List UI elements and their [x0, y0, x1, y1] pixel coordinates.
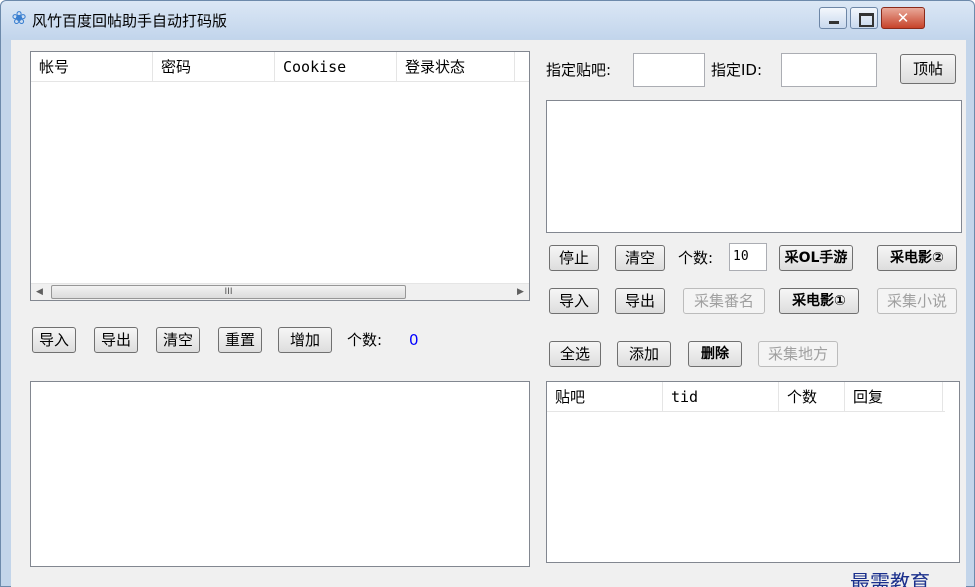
column-login-status[interactable]: 登录状态 [397, 52, 515, 82]
close-button[interactable]: ✕ [881, 7, 925, 29]
maximize-button[interactable] [850, 7, 878, 29]
stop-button[interactable]: 停止 [549, 245, 599, 271]
target-bar-label: 指定贴吧: [546, 61, 612, 79]
collect-import-button[interactable]: 导入 [549, 288, 599, 314]
scroll-right-icon[interactable]: ▶ [512, 284, 529, 300]
paw-icon: ❀ [11, 8, 27, 29]
collect-count-input[interactable]: 10 [729, 243, 767, 271]
top-post-button[interactable]: 顶帖 [900, 54, 956, 84]
collect-places-button[interactable]: 采集地方 [758, 341, 838, 367]
account-list[interactable]: 帐号 密码 Cookise 登录状态 ◀ III ▶ [30, 51, 530, 301]
target-bar-input[interactable] [633, 53, 705, 87]
minimize-button[interactable] [819, 7, 847, 29]
maximize-icon [851, 8, 877, 28]
column-count[interactable]: 个数 [779, 382, 845, 412]
collect-count-label: 个数: [678, 249, 714, 267]
column-account[interactable]: 帐号 [31, 52, 153, 82]
close-icon: ✕ [896, 9, 910, 27]
client-area: 帐号 密码 Cookise 登录状态 ◀ III ▶ 导入 导出 清空 重置 增… [11, 40, 966, 587]
watermark-text: 最需教育 [850, 570, 930, 587]
scroll-left-icon[interactable]: ◀ [31, 284, 48, 300]
collect-movie-2-button[interactable]: 采电影② [877, 245, 957, 271]
scroll-grip: III [224, 287, 233, 297]
window-title: 风竹百度回帖助手自动打码版 [32, 12, 228, 30]
collect-delete-button[interactable]: 删除 [688, 341, 742, 367]
account-count-label: 个数: [347, 331, 383, 349]
collect-export-button[interactable]: 导出 [615, 288, 665, 314]
collect-clear-button[interactable]: 清空 [615, 245, 665, 271]
column-tid[interactable]: tid [663, 382, 779, 412]
column-cookie[interactable]: Cookise [275, 52, 397, 82]
account-clear-button[interactable]: 清空 [156, 327, 200, 353]
collect-textarea[interactable] [546, 100, 962, 233]
collect-movie-1-button[interactable]: 采电影① [779, 288, 859, 314]
minimize-icon [820, 8, 846, 28]
column-tieba[interactable]: 贴吧 [547, 382, 663, 412]
account-count-value: 0 [409, 331, 419, 349]
column-password[interactable]: 密码 [153, 52, 275, 82]
select-all-button[interactable]: 全选 [549, 341, 601, 367]
collect-ol-games-button[interactable]: 采OL手游 [779, 245, 853, 271]
log-textarea[interactable] [30, 381, 530, 567]
column-reply[interactable]: 回复 [845, 382, 943, 412]
target-id-label: 指定ID: [711, 61, 763, 79]
account-list-header: 帐号 密码 Cookise 登录状态 [31, 52, 529, 82]
account-add-button[interactable]: 增加 [278, 327, 332, 353]
collect-add-button[interactable]: 添加 [617, 341, 671, 367]
collect-drama-names-button[interactable]: 采集番名 [683, 288, 765, 314]
account-list-hscrollbar[interactable]: ◀ III ▶ [31, 283, 529, 300]
title-bar[interactable]: ❀ 风竹百度回帖助手自动打码版 ✕ [1, 1, 974, 39]
post-list-header: 贴吧 tid 个数 回复 [547, 382, 945, 412]
target-id-input[interactable] [781, 53, 877, 87]
scroll-thumb[interactable]: III [51, 285, 406, 299]
app-window: ❀ 风竹百度回帖助手自动打码版 ✕ 帐号 密码 Cookise 登录状态 ◀ I… [0, 0, 975, 587]
collect-novel-button[interactable]: 采集小说 [877, 288, 957, 314]
account-import-button[interactable]: 导入 [32, 327, 76, 353]
post-list[interactable]: 贴吧 tid 个数 回复 [546, 381, 960, 563]
account-reset-button[interactable]: 重置 [218, 327, 262, 353]
account-export-button[interactable]: 导出 [94, 327, 138, 353]
